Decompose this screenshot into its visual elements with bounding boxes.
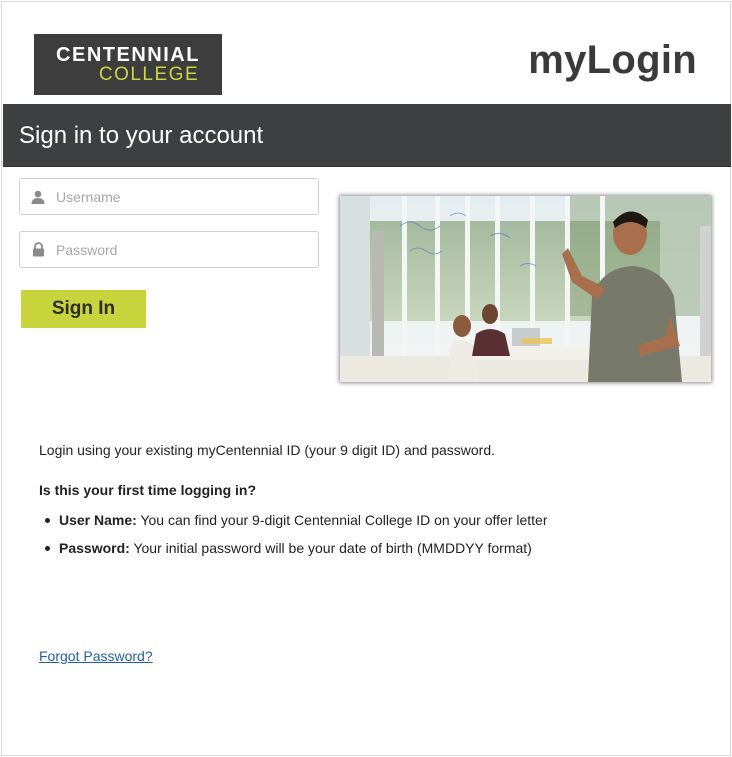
forgot-password-link[interactable]: Forgot Password? [39, 648, 153, 664]
logo-text-centennial: CENTENNIAL [56, 43, 200, 66]
login-instructions: Login using your existing myCentennial I… [39, 442, 699, 568]
page-title: Sign in to your account [19, 122, 264, 149]
intro-text: Login using your existing myCentennial I… [39, 442, 496, 458]
password-input[interactable] [56, 232, 318, 267]
sign-in-banner: Sign in to your account [3, 104, 731, 167]
login-page: CENTENNIAL COLLEGE myLogin Sign in to yo… [1, 1, 731, 756]
sign-in-button[interactable]: Sign In [21, 290, 146, 328]
username-field[interactable] [19, 178, 319, 215]
campus-photo [340, 196, 711, 382]
instructions-list: User Name: You can find your 9-digit Cen… [39, 512, 699, 556]
password-field[interactable] [19, 231, 319, 268]
bullet-text: You can find your 9-digit Centennial Col… [136, 512, 548, 528]
list-item: User Name: You can find your 9-digit Cen… [39, 512, 699, 528]
user-icon [20, 179, 56, 214]
first-time-heading: Is this your first time logging in? [39, 482, 257, 498]
bullet-term: User Name: [59, 512, 137, 528]
app-title: myLogin [528, 38, 697, 82]
username-input[interactable] [56, 179, 318, 214]
centennial-college-logo: CENTENNIAL COLLEGE [34, 34, 222, 95]
logo-text-college: COLLEGE [98, 63, 200, 85]
bullet-text: Your initial password will be your date … [129, 540, 532, 556]
lock-icon [20, 232, 56, 267]
list-item: Password: Your initial password will be … [39, 540, 699, 556]
bullet-term: Password: [59, 540, 130, 556]
